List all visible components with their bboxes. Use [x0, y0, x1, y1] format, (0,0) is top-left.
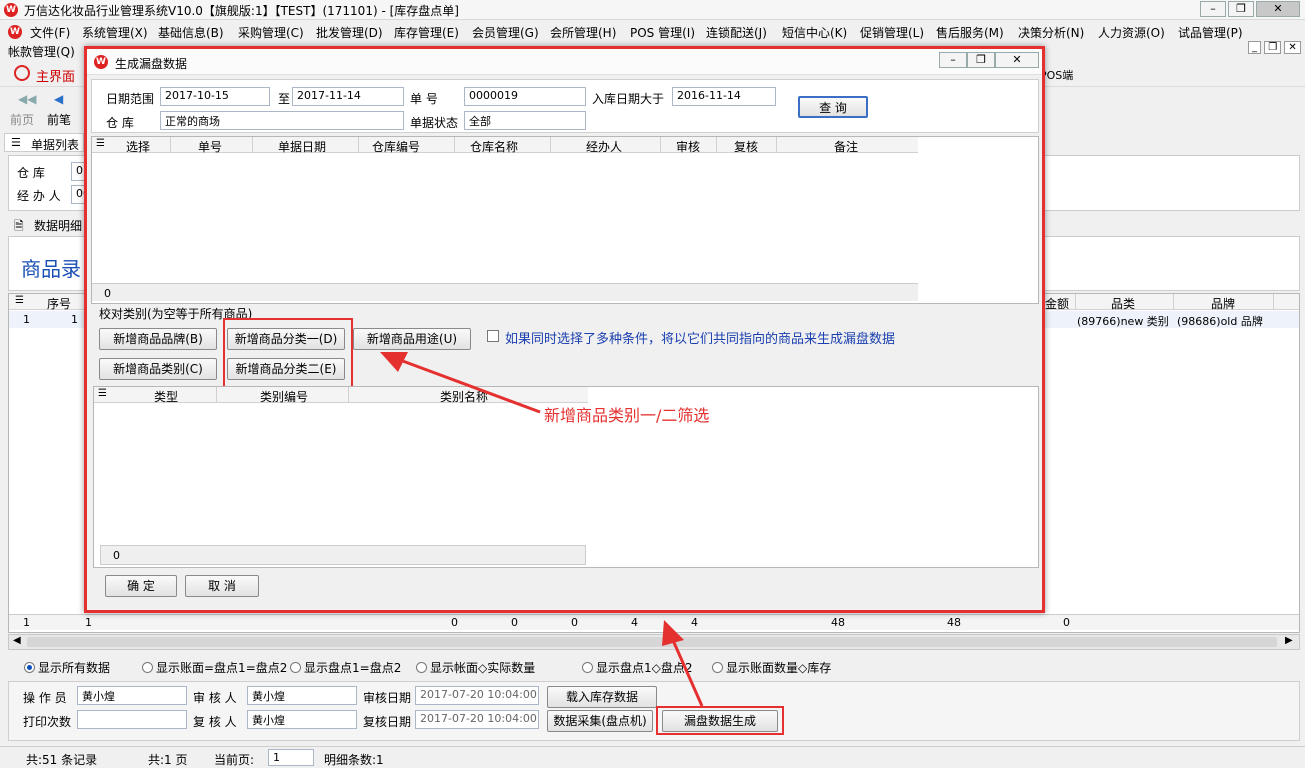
annotation-arrows — [380, 352, 704, 707]
annotation-label: 新增商品类别一/二筛选 — [544, 406, 710, 425]
